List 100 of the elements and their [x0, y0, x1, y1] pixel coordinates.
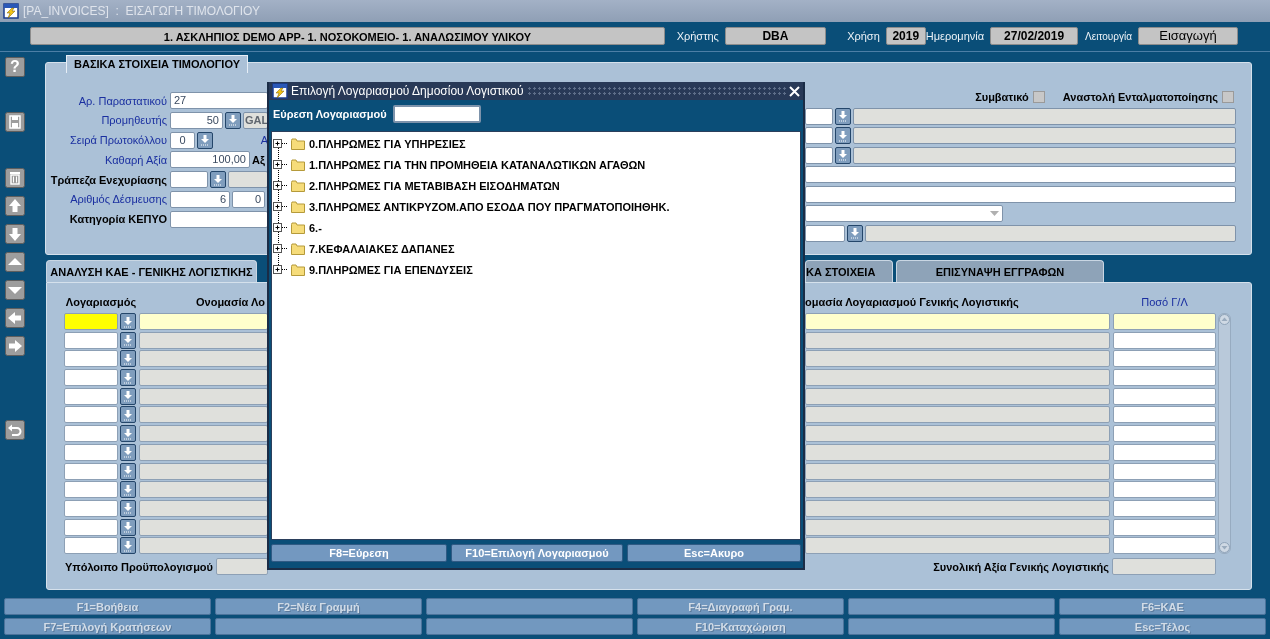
lookup-button[interactable]: [210, 171, 226, 189]
checkbox[interactable]: [1222, 90, 1234, 103]
scrollbar[interactable]: [1218, 313, 1231, 554]
lookup-button[interactable]: [120, 462, 136, 480]
account-field[interactable]: [64, 499, 118, 517]
triangle-up-icon[interactable]: [5, 252, 25, 272]
account-field[interactable]: [64, 462, 118, 480]
triangle-down-icon[interactable]: [5, 280, 25, 300]
lookup-button[interactable]: [120, 537, 136, 555]
amount-field[interactable]: [1113, 350, 1216, 368]
amount-field[interactable]: [1113, 425, 1216, 443]
tab[interactable]: ΑΝΑΛΥΣΗ ΚΑΕ - ΓΕΝΙΚΗΣ ΛΟΓΙΣΤΙΚΗΣ: [46, 260, 257, 282]
text-field[interactable]: [853, 127, 1236, 144]
expand-icon[interactable]: [273, 265, 287, 274]
account-field[interactable]: [64, 387, 118, 405]
tree-item[interactable]: 1.ΠΛΗΡΩΜΕΣ ΓΙΑ ΤΗΝ ΠΡΟΜΗΘΕΙΑ ΚΑΤΑΝΑΛΩΤΙΚΩΝ ΑΓΑΘΩΝ: [309, 158, 646, 171]
text-field[interactable]: [228, 171, 268, 189]
text-field[interactable]: 27: [170, 92, 268, 109]
account-field[interactable]: [64, 425, 118, 443]
text-field[interactable]: [805, 224, 845, 242]
amount-field[interactable]: [1113, 313, 1216, 330]
tree-item[interactable]: 3.ΠΛΗΡΩΜΕΣ ΑΝΤΙΚΡΥΖΟΜ.ΑΠΟ ΕΣΟΔΑ ΠΟΥ ΠΡΑΓΜΑΤΟΠΟΙΗΘΗΚ.: [309, 200, 670, 213]
lookup-button[interactable]: [225, 111, 241, 129]
account-field[interactable]: [64, 537, 118, 555]
lookup-button[interactable]: [120, 331, 136, 349]
text-field[interactable]: 0: [170, 131, 195, 149]
expand-icon[interactable]: [273, 160, 287, 169]
account-field[interactable]: [64, 518, 118, 536]
text-field[interactable]: 0: [232, 191, 265, 208]
blank-key[interactable]: [848, 598, 1055, 615]
amount-field[interactable]: [1113, 518, 1216, 536]
close-icon[interactable]: [789, 85, 800, 97]
account-field[interactable]: [64, 350, 118, 368]
expand-icon[interactable]: [273, 244, 287, 253]
lookup-button[interactable]: [120, 387, 136, 405]
amount-field[interactable]: [1113, 331, 1216, 349]
tree-item[interactable]: 9.ΠΛΗΡΩΜΕΣ ΓΙΑ ΕΠΕΝΔΥΣΕΙΣ: [309, 263, 473, 276]
amount-field[interactable]: [1113, 481, 1216, 499]
scroll-down-icon[interactable]: [1219, 542, 1230, 553]
text-field[interactable]: [865, 224, 1236, 242]
lookup-button[interactable]: [120, 406, 136, 424]
lookup-button[interactable]: [120, 350, 136, 368]
lookup-button[interactable]: [120, 425, 136, 443]
search-field[interactable]: [392, 104, 481, 123]
lookup-button[interactable]: [835, 146, 851, 164]
tree-item[interactable]: 7.ΚΕΦΑΛΑΙΑΚΕΣ ΔΑΠΑΝΕΣ: [309, 242, 455, 255]
expand-icon[interactable]: [273, 181, 287, 190]
lookup-button[interactable]: [120, 369, 136, 387]
text-field[interactable]: 50: [170, 111, 223, 129]
text-field[interactable]: [853, 107, 1236, 125]
blank-key[interactable]: [426, 598, 633, 615]
blank-key[interactable]: [215, 618, 422, 635]
tree-item[interactable]: 2.ΠΛΗΡΩΜΕΣ ΓΙΑ ΜΕΤΑΒΙΒΑΣΗ ΕΙΣΟΔΗΜΑΤΩΝ: [309, 179, 560, 192]
account-field[interactable]: [64, 313, 118, 330]
tree-item[interactable]: 0.ΠΛΗΡΩΜΕΣ ΓΙΑ ΥΠΗΡΕΣΙΕΣ: [309, 137, 466, 150]
lookup-button[interactable]: [197, 131, 213, 149]
text-field[interactable]: [805, 107, 833, 125]
blank-key[interactable]: [426, 618, 633, 635]
lookup-button[interactable]: [120, 443, 136, 461]
undo-icon[interactable]: [5, 420, 25, 440]
account-field[interactable]: [64, 369, 118, 387]
text-field[interactable]: [170, 171, 208, 189]
text-field[interactable]: [805, 146, 833, 164]
amount-field[interactable]: [1113, 499, 1216, 517]
text-field[interactable]: 6: [170, 191, 230, 208]
lookup-button[interactable]: [847, 224, 863, 242]
blank-key[interactable]: [848, 618, 1055, 635]
amount-field[interactable]: [1113, 369, 1216, 387]
lookup-button[interactable]: [120, 313, 136, 330]
text-field[interactable]: [805, 127, 833, 144]
amount-field[interactable]: [1113, 406, 1216, 424]
account-field[interactable]: [64, 481, 118, 499]
tree-item[interactable]: 6.-: [309, 221, 322, 234]
amount-field[interactable]: [1113, 537, 1216, 555]
trash-icon[interactable]: [5, 168, 25, 188]
save-icon[interactable]: [5, 112, 25, 132]
text-field[interactable]: [805, 185, 1236, 203]
text-field[interactable]: [853, 146, 1236, 164]
account-field[interactable]: [64, 331, 118, 349]
account-field[interactable]: [64, 406, 118, 424]
expand-icon[interactable]: [273, 223, 287, 232]
tab[interactable]: ΚΑ ΣΤΟΙΧΕΙΑ: [805, 260, 893, 282]
dropdown-field[interactable]: [805, 205, 1003, 222]
amount-field[interactable]: [1113, 387, 1216, 405]
tab[interactable]: ΕΠΙΣΥΝΑΨΗ ΕΓΓΡΑΦΩΝ: [896, 260, 1104, 282]
lookup-button[interactable]: [120, 518, 136, 536]
checkbox[interactable]: [1032, 90, 1045, 103]
lookup-button[interactable]: [120, 481, 136, 499]
text-field[interactable]: [170, 210, 268, 228]
account-field[interactable]: [64, 443, 118, 461]
lookup-button[interactable]: [835, 107, 851, 125]
lookup-button[interactable]: [120, 499, 136, 517]
text-field[interactable]: [805, 166, 1236, 183]
text-field[interactable]: 100,00: [170, 151, 250, 169]
amount-field[interactable]: [1113, 462, 1216, 480]
expand-icon[interactable]: [273, 202, 287, 211]
lookup-button[interactable]: [835, 127, 851, 144]
amount-field[interactable]: [1113, 443, 1216, 461]
scroll-up-icon[interactable]: [1219, 314, 1230, 325]
expand-icon[interactable]: [273, 139, 287, 148]
